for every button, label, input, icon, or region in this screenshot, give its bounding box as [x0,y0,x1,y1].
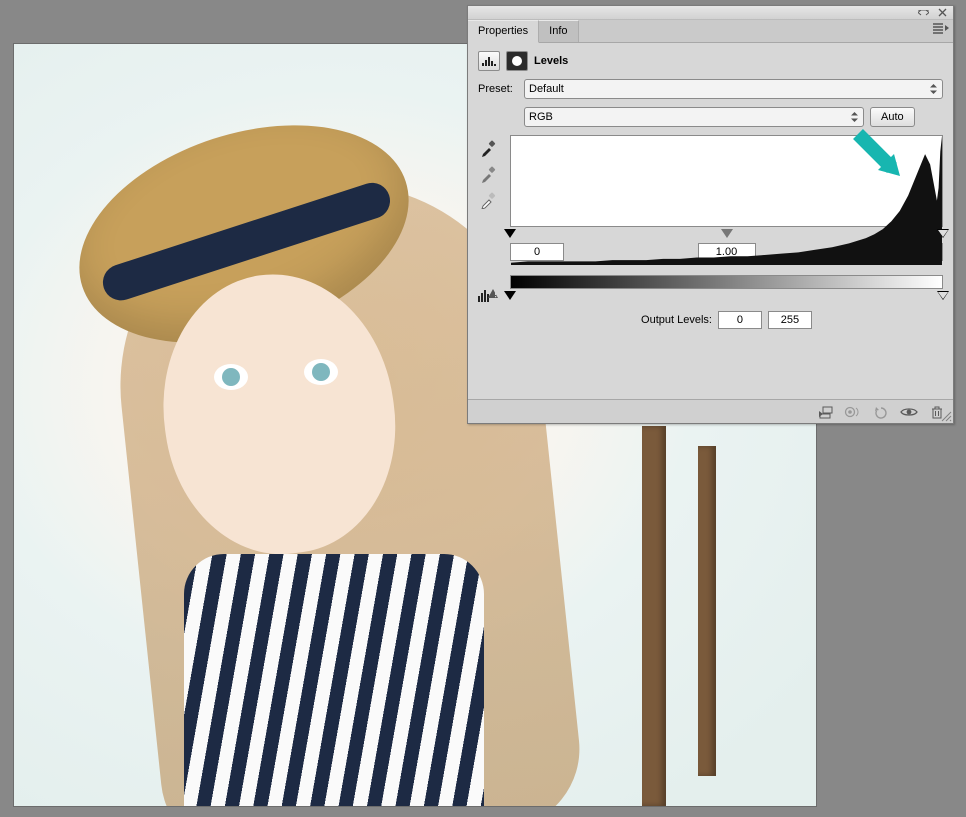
tab-info[interactable]: Info [539,20,578,42]
visibility-icon[interactable] [899,403,919,421]
properties-panel: Properties Info Levels Preset: Default R… [467,5,954,424]
output-white-input[interactable] [768,311,812,329]
collapse-icon[interactable] [917,8,930,18]
output-black-input[interactable] [718,311,762,329]
tab-properties[interactable]: Properties [468,20,539,43]
eyedropper-gray-icon[interactable] [480,165,498,183]
mask-icon[interactable] [506,51,528,71]
output-slider-track[interactable] [510,291,943,301]
tab-label: Info [549,25,567,37]
adjustment-title: Levels [534,55,568,67]
panel-tabs: Properties Info [468,20,953,43]
output-gradient [510,275,943,289]
output-white-slider[interactable] [937,291,949,300]
eyedropper-white-icon[interactable] [480,191,498,209]
close-icon[interactable] [936,8,949,18]
panel-body: Levels Preset: Default RGB Auto [468,43,953,399]
resize-grip[interactable] [940,410,952,422]
clip-to-layer-icon[interactable] [815,403,835,421]
channel-select[interactable]: RGB [524,107,864,127]
panel-menu-icon[interactable] [933,23,949,38]
white-point-slider[interactable] [937,229,949,238]
preset-select[interactable]: Default [524,79,943,99]
output-black-slider[interactable] [504,291,516,300]
auto-button[interactable]: Auto [870,107,915,127]
preset-label: Preset: [478,83,518,95]
histogram [510,135,943,227]
view-previous-state-icon[interactable] [843,403,863,421]
input-slider-track[interactable] [510,229,943,239]
reset-icon[interactable] [871,403,891,421]
panel-titlebar[interactable] [468,6,953,20]
black-point-slider[interactable] [504,229,516,238]
levels-icon[interactable] [478,51,500,71]
gamma-slider[interactable] [721,229,733,238]
tab-label: Properties [478,25,528,37]
eyedropper-black-icon[interactable] [480,139,498,157]
output-levels-label: Output Levels: [641,314,712,326]
panel-footer [468,399,953,423]
button-label: Auto [881,111,904,123]
clip-warning-icon[interactable] [478,287,500,306]
